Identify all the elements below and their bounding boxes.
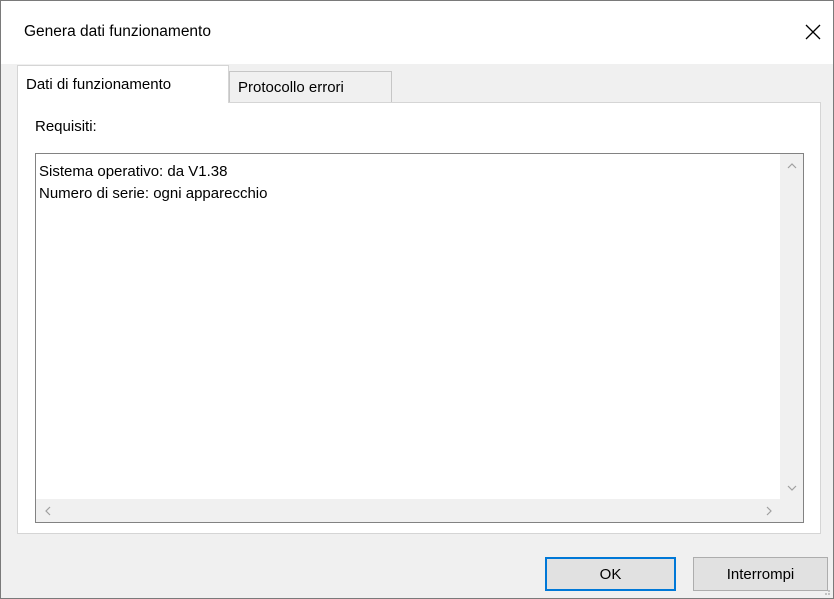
tab-label: Dati di funzionamento: [26, 76, 172, 93]
requirements-label: Requisiti:: [35, 118, 97, 135]
scrollbar-corner: [780, 499, 803, 522]
chevron-right-icon: [766, 506, 772, 515]
ok-button[interactable]: OK: [545, 557, 676, 591]
tab-label: Protocollo errori: [238, 78, 344, 96]
scroll-down-button[interactable]: [780, 476, 803, 499]
chevron-left-icon: [44, 506, 50, 515]
requirements-textarea[interactable]: Sistema operativo: da V1.38 Numero di se…: [35, 153, 804, 523]
horizontal-scrollbar[interactable]: [36, 499, 780, 522]
resize-grip-icon[interactable]: [821, 586, 831, 596]
tab-dati-funzionamento[interactable]: Dati di funzionamento: [17, 65, 229, 103]
requirements-text: Sistema operativo: da V1.38 Numero di se…: [39, 163, 268, 202]
vertical-scrollbar[interactable]: [780, 154, 803, 499]
scroll-up-button[interactable]: [780, 154, 803, 177]
close-button[interactable]: [793, 15, 833, 49]
scroll-left-button[interactable]: [36, 499, 59, 522]
close-icon: [805, 24, 821, 40]
chevron-up-icon: [787, 162, 796, 168]
title-bar: Genera dati funzionamento: [1, 1, 833, 64]
window-title: Genera dati funzionamento: [24, 23, 211, 40]
ok-button-label: OK: [599, 565, 622, 583]
cancel-button[interactable]: Interrompi: [693, 557, 828, 591]
cancel-button-label: Interrompi: [726, 565, 795, 583]
scroll-right-button[interactable]: [757, 499, 780, 522]
dialog-window: Genera dati funzionamento Dati di funzio…: [0, 0, 834, 599]
chevron-down-icon: [787, 485, 796, 491]
tab-panel: Requisiti: Sistema operativo: da V1.38 N…: [17, 102, 821, 534]
tab-protocollo-errori[interactable]: Protocollo errori: [229, 71, 392, 102]
